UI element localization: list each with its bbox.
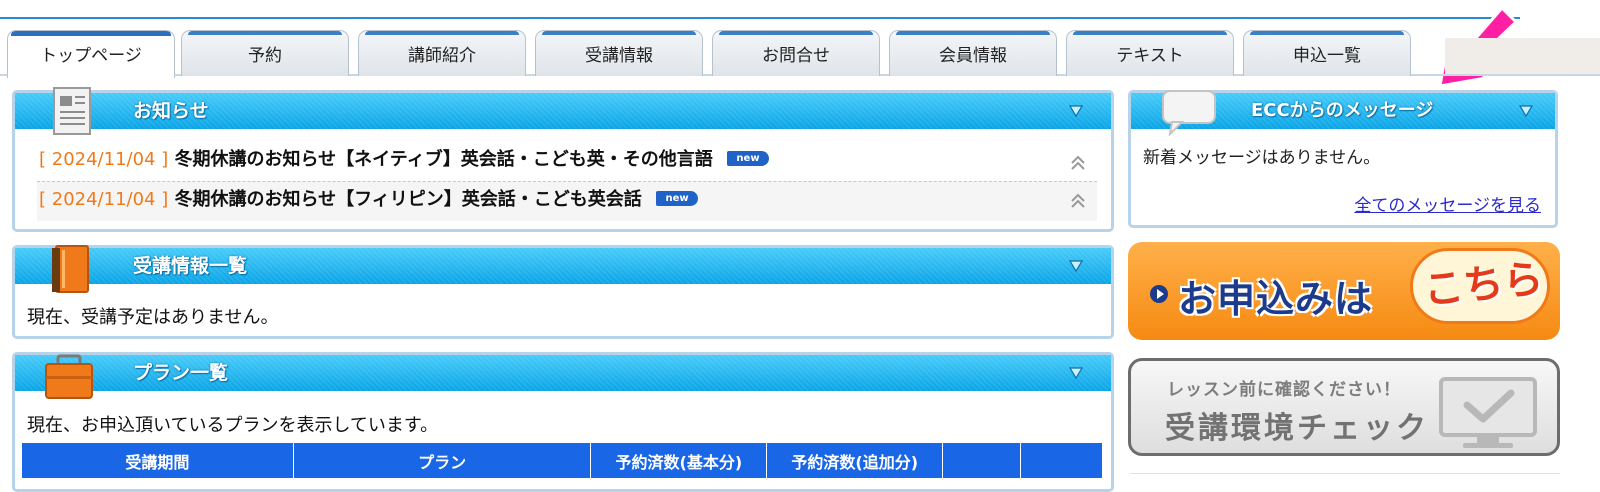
right-column-divider bbox=[1130, 473, 1560, 474]
news-row-divider bbox=[37, 181, 1097, 182]
tab-member-info[interactable]: 会員情報 bbox=[889, 30, 1057, 76]
speech-bubble-icon bbox=[1162, 90, 1216, 136]
column-header: 受講期間 bbox=[21, 442, 294, 479]
news-text[interactable]: 冬期休講のお知らせ【ネイティブ】英会話・こども英・その他言語 bbox=[175, 149, 713, 170]
course-info-header: 受講情報一覧 bbox=[15, 248, 1111, 284]
tab-contact[interactable]: お問合せ bbox=[712, 30, 880, 76]
plan-panel: プラン一覧 現在、お申込頂いているプランを表示しています。 受講期間 プラン 予… bbox=[12, 352, 1114, 492]
course-info-title: 受講情報一覧 bbox=[133, 255, 248, 277]
tab-textbook[interactable]: テキスト bbox=[1066, 30, 1234, 76]
briefcase-icon bbox=[45, 354, 93, 399]
messages-title: ECCからのメッセージ bbox=[1251, 100, 1434, 121]
all-messages-link[interactable]: 全てのメッセージを見る bbox=[1354, 191, 1541, 216]
tab-course-info[interactable]: 受講情報 bbox=[535, 30, 703, 76]
new-badge: new bbox=[656, 190, 699, 206]
messages-empty-text: 新着メッセージはありません。 bbox=[1143, 148, 1381, 168]
news-item[interactable]: [ 2024/11/04 ] 冬期休講のお知らせ【フィリピン】英会話・こども英会… bbox=[39, 185, 699, 211]
news-item[interactable]: [ 2024/11/04 ] 冬期休講のお知らせ【ネイティブ】英会話・こども英・… bbox=[39, 145, 769, 171]
column-header bbox=[1020, 442, 1103, 479]
top-divider bbox=[0, 17, 1520, 19]
chevron-up-icon[interactable] bbox=[1069, 155, 1087, 171]
main-nav: トップページ 予約 講師紹介 受講情報 お問合せ 会員情報 テキスト 申込一覧 bbox=[0, 26, 1600, 78]
monitor-check-icon bbox=[1439, 377, 1537, 448]
news-date: [ 2024/11/04 ] bbox=[39, 149, 169, 170]
new-badge: new bbox=[727, 150, 769, 166]
check-banner-title: 受講環境チェック bbox=[1165, 411, 1429, 446]
course-empty-text: 現在、受講予定はありません。 bbox=[27, 307, 279, 328]
chevron-up-icon[interactable] bbox=[1069, 193, 1087, 209]
tabbar-filler bbox=[1445, 38, 1600, 76]
collapse-toggle-icon[interactable] bbox=[1069, 260, 1083, 272]
column-header bbox=[942, 442, 1022, 479]
plan-intro-text: 現在、お申込頂いているプランを表示しています。 bbox=[27, 415, 439, 436]
collapse-toggle-icon[interactable] bbox=[1069, 367, 1083, 379]
news-header: お知らせ bbox=[15, 93, 1111, 129]
environment-check-banner[interactable]: レッスン前に確認ください！ 受講環境チェック bbox=[1128, 358, 1560, 456]
play-icon bbox=[1150, 285, 1168, 303]
book-icon bbox=[52, 245, 89, 293]
check-banner-subtext: レッスン前に確認ください！ bbox=[1167, 380, 1401, 400]
document-icon bbox=[53, 87, 91, 135]
apply-banner[interactable]: お申込みは こちら bbox=[1128, 242, 1560, 340]
plan-header: プラン一覧 bbox=[15, 355, 1111, 391]
plan-table: 受講期間 プラン 予約済数(基本分) 予約済数(追加分) bbox=[21, 442, 1103, 479]
collapse-toggle-icon[interactable] bbox=[1069, 105, 1083, 117]
column-header: 予約済数(基本分) bbox=[590, 442, 768, 479]
news-text[interactable]: 冬期休講のお知らせ【フィリピン】英会話・こども英会話 bbox=[175, 189, 642, 210]
collapse-toggle-icon[interactable] bbox=[1519, 105, 1533, 117]
column-header: プラン bbox=[292, 442, 592, 479]
plan-title: プラン一覧 bbox=[133, 362, 229, 384]
column-header: 予約済数(追加分) bbox=[766, 442, 944, 479]
tab-reservation[interactable]: 予約 bbox=[181, 30, 349, 76]
tab-teachers[interactable]: 講師紹介 bbox=[358, 30, 526, 76]
tab-applications[interactable]: 申込一覧 bbox=[1243, 30, 1411, 76]
news-title: お知らせ bbox=[133, 100, 209, 122]
course-info-panel: 受講情報一覧 現在、受講予定はありません。 bbox=[12, 245, 1114, 339]
apply-banner-text: お申込みは bbox=[1178, 277, 1374, 321]
tab-top-page[interactable]: トップページ bbox=[7, 30, 175, 78]
news-panel: お知らせ [ 2024/11/04 ] 冬期休講のお知らせ【ネイティブ】英会話・… bbox=[12, 90, 1114, 232]
news-date: [ 2024/11/04 ] bbox=[39, 189, 169, 210]
